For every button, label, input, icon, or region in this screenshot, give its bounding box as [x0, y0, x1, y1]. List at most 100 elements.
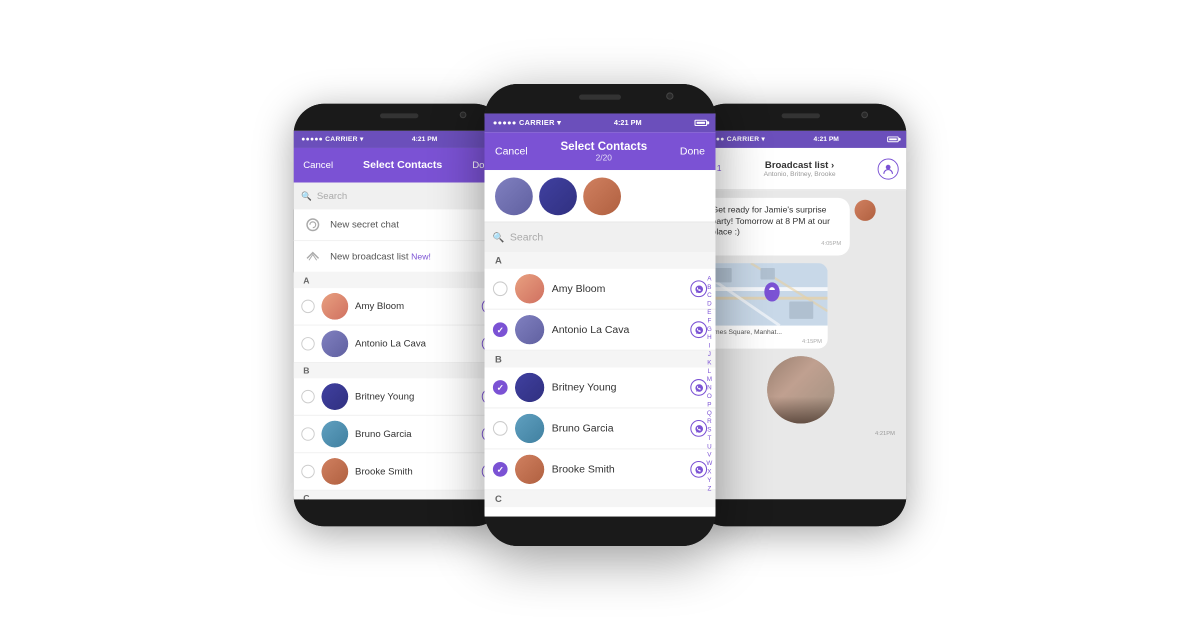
contact-antonio-middle[interactable]: Antonio La Cava: [485, 310, 716, 351]
selected-avatar-britney: [539, 177, 577, 215]
checkbox-britney-middle[interactable]: [493, 380, 508, 395]
nav-subtitle-middle: 2/20: [560, 153, 647, 162]
section-a-middle: A: [485, 252, 716, 269]
nav-bar-middle: Cancel Select Contacts 2/20 Done: [485, 132, 716, 170]
phone-top-bar-left: [294, 104, 505, 131]
search-bar-middle[interactable]: 🔍 Search: [485, 223, 716, 252]
search-placeholder-middle: Search: [510, 232, 543, 244]
name-britney-middle: Britney Young: [552, 382, 683, 394]
map-label: Times Square, Manhat... 4:15PM: [703, 325, 828, 348]
viber-britney-middle: [690, 379, 707, 396]
contact-amy-middle[interactable]: Amy Bloom: [485, 269, 716, 310]
checkbox-brooke-middle[interactable]: [493, 462, 508, 477]
broadcast-row[interactable]: New broadcast list New!: [294, 241, 505, 273]
camera-middle: [666, 92, 673, 99]
contact-bruno-left[interactable]: Bruno Garcia: [294, 416, 505, 453]
viber-amy-middle: [690, 280, 707, 297]
avatar-brooke-middle: [515, 455, 544, 484]
video-time: 4:21PM: [703, 431, 899, 437]
name-amy-middle: Amy Bloom: [552, 283, 683, 295]
contact-brooke-left[interactable]: Brooke Smith: [294, 453, 505, 490]
map-bubble-wrapper: Times Square, Manhat... 4:15PM: [703, 263, 899, 348]
avatar-bruno-left: [321, 421, 348, 448]
status-bar-right: ●●●●● CARRIER ▾ 4:21 PM: [695, 131, 906, 148]
selected-avatar-brooke: [583, 177, 621, 215]
carrier-left: ●●●●● CARRIER ▾: [301, 135, 363, 143]
video-bubble[interactable]: [767, 356, 834, 423]
contact-list-middle: A Amy Bloom Antonio La Cava: [485, 252, 716, 517]
battery-icon-middle: [695, 120, 708, 126]
name-brooke-middle: Brooke Smith: [552, 464, 683, 476]
phone-bottom-left: [294, 499, 505, 526]
camera-right: [861, 111, 868, 118]
contact-brooke-middle[interactable]: Brooke Smith: [485, 449, 716, 490]
avatar-antonio-left: [321, 330, 348, 357]
nav-title-text-left: Select Contacts: [363, 159, 442, 171]
nav-title-text-middle: Select Contacts: [560, 140, 647, 153]
avatar-amy-middle: [515, 274, 544, 303]
phone-screen-left: ●●●●● CARRIER ▾ 4:21 PM Cancel Select Co…: [294, 131, 505, 500]
contact-britney-left[interactable]: Britney Young: [294, 378, 505, 415]
chat-bubble-text: Get ready for Jamie's surprise party! To…: [703, 198, 850, 255]
camera-left: [460, 111, 467, 118]
viber-antonio-middle: [690, 321, 707, 338]
avatar-brooke-left: [321, 458, 348, 485]
time-right: 4:21 PM: [814, 136, 839, 143]
name-amy-left: Amy Bloom: [355, 301, 475, 312]
secret-chat-row[interactable]: New secret chat: [294, 209, 505, 241]
checkbox-amy-left[interactable]: [301, 300, 314, 313]
map-bubble[interactable]: Times Square, Manhat... 4:15PM: [703, 263, 828, 348]
contact-amy-left[interactable]: Amy Bloom: [294, 288, 505, 325]
bubble-time-1: 4:05PM: [712, 241, 842, 248]
contact-bruno-middle[interactable]: Bruno Garcia: [485, 408, 716, 449]
checkbox-brooke-left[interactable]: [301, 465, 314, 478]
checkbox-bruno-left[interactable]: [301, 427, 314, 440]
secret-chat-icon: [303, 215, 322, 234]
phone-right: ●●●●● CARRIER ▾ 4:21 PM ‹ ◀ 1 Broadcast …: [695, 104, 906, 526]
cancel-button-left[interactable]: Cancel: [303, 160, 333, 171]
search-bar-left[interactable]: 🔍 Search: [294, 183, 505, 210]
speaker-right: [782, 113, 820, 118]
phone-top-bar-right: [695, 104, 906, 131]
selected-strip: [485, 170, 716, 223]
carrier-middle: ●●●●● CARRIER ▾: [493, 119, 561, 127]
contact-list-left: A Amy Bloom Antonio La Cava: [294, 273, 505, 500]
cancel-button-middle[interactable]: Cancel: [495, 145, 528, 157]
broadcast-title: Broadcast list ›: [764, 160, 836, 171]
name-brooke-left: Brooke Smith: [355, 466, 475, 477]
search-icon-left: 🔍: [301, 191, 312, 202]
avatar-britney-left: [321, 383, 348, 410]
contact-britney-middle[interactable]: Britney Young: [485, 368, 716, 409]
map-location-text: Times Square, Manhat...: [709, 329, 782, 336]
contact-antonio-left[interactable]: Antonio La Cava: [294, 326, 505, 363]
phone-screen-middle: ●●●●● CARRIER ▾ 4:21 PM Cancel Select Co…: [485, 113, 716, 516]
avatar-antonio-middle: [515, 315, 544, 344]
search-placeholder-left: Search: [317, 191, 347, 202]
phone-screen-right: ●●●●● CARRIER ▾ 4:21 PM ‹ ◀ 1 Broadcast …: [695, 131, 906, 500]
phone-top-bar-middle: [485, 84, 716, 113]
avatar-amy-left: [321, 293, 348, 320]
map-image: [703, 263, 828, 325]
text-bubble-wrapper: Get ready for Jamie's surprise party! To…: [703, 198, 899, 255]
chat-message-text: Get ready for Jamie's surprise party! To…: [712, 205, 830, 237]
sender-avatar-chat: [855, 200, 876, 221]
broadcast-nav: ‹ ◀ 1 Broadcast list › Antonio, Britney,…: [695, 148, 906, 190]
section-b-left: B: [294, 363, 505, 378]
viber-bruno-middle: [690, 420, 707, 437]
done-button-middle[interactable]: Done: [680, 145, 705, 157]
checkbox-antonio-left[interactable]: [301, 337, 314, 350]
nav-bar-left: Cancel Select Contacts Done: [294, 148, 505, 183]
checkbox-britney-left[interactable]: [301, 390, 314, 403]
checkbox-amy-middle[interactable]: [493, 281, 508, 296]
checkbox-bruno-middle[interactable]: [493, 421, 508, 436]
checkbox-antonio-middle[interactable]: [493, 322, 508, 337]
profile-icon-button[interactable]: [878, 158, 899, 179]
name-britney-left: Britney Young: [355, 391, 475, 402]
phone-bottom-right: [695, 499, 906, 526]
secret-chat-label: New secret chat: [330, 219, 399, 230]
time-left: 4:21 PM: [412, 136, 437, 143]
battery-icon-right: [887, 136, 899, 142]
nav-title-left: Select Contacts: [363, 159, 442, 171]
battery-right: [887, 136, 899, 142]
alphabet-sidebar-middle: A B C D E F G H I J K L M N O P Q: [706, 252, 712, 517]
